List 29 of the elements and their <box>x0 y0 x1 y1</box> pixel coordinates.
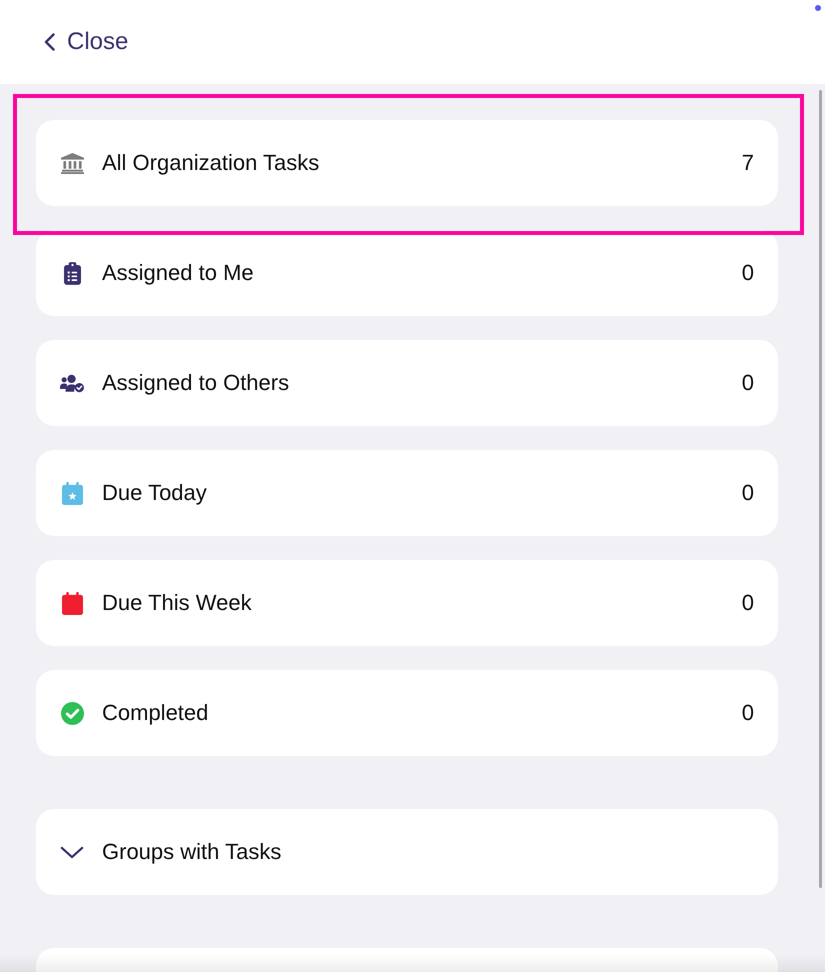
filter-item[interactable]: Due Today 0 <box>36 450 778 536</box>
filter-item[interactable]: Due This Week 0 <box>36 560 778 646</box>
dot-icon <box>815 5 821 11</box>
task-count: 0 <box>742 370 754 396</box>
task-count: 0 <box>742 700 754 726</box>
check-circle-icon <box>60 702 84 724</box>
filter-item[interactable]: Completed 0 <box>36 670 778 756</box>
task-count: 7 <box>742 150 754 176</box>
scrollbar-thumb[interactable] <box>819 90 822 888</box>
filter-label: Completed <box>102 700 210 726</box>
filter-item[interactable]: All Organization Tasks 7 <box>36 120 778 206</box>
task-count: 0 <box>742 590 754 616</box>
filter-label: All Organization Tasks <box>102 150 320 176</box>
filter-label: Assigned to Others <box>102 370 290 396</box>
filter-label: Due This Week <box>102 590 253 616</box>
people-check-icon <box>60 374 84 392</box>
chevron-left-icon <box>44 33 55 51</box>
groups-label: Groups with Tasks <box>102 839 282 865</box>
filter-label: Due Today <box>102 480 208 506</box>
groups-accordion[interactable]: Groups with Tasks <box>36 809 778 895</box>
close-button[interactable]: Close <box>42 28 130 56</box>
clipboard-list-icon <box>64 262 80 284</box>
task-count: 0 <box>742 480 754 506</box>
filter-item[interactable]: Assigned to Others 0 <box>36 340 778 426</box>
bank-icon <box>60 152 84 174</box>
task-count: 0 <box>742 260 754 286</box>
filter-label: Assigned to Me <box>102 260 255 286</box>
filter-item[interactable]: Assigned to Me 0 <box>36 230 778 316</box>
calendar-icon <box>62 592 82 614</box>
